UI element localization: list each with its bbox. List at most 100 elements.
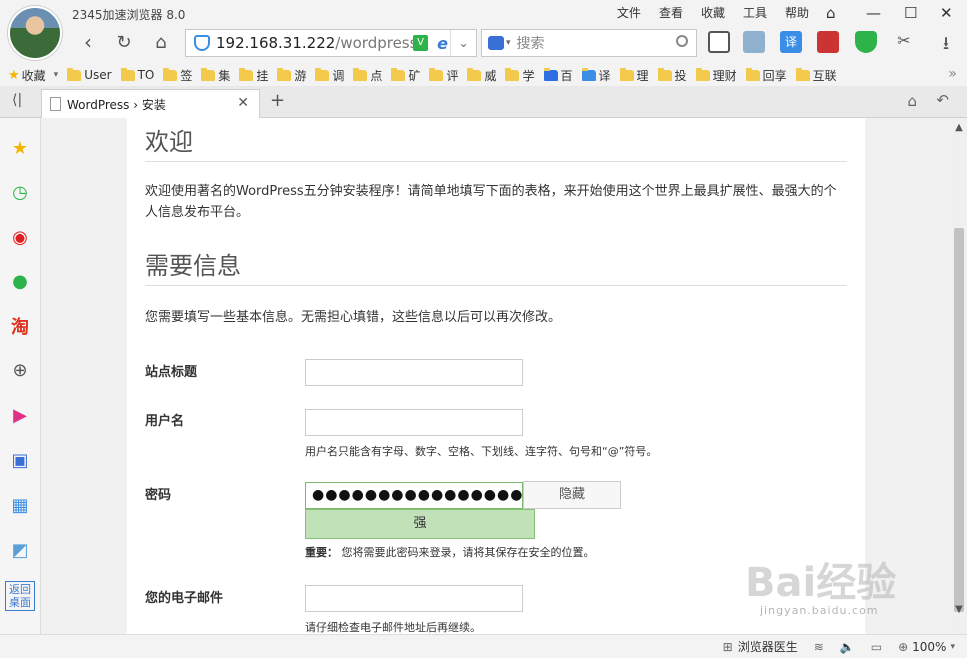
- computer-icon[interactable]: ▣: [8, 448, 32, 472]
- bookmark-label: 理财: [712, 68, 737, 83]
- address-bar[interactable]: 192.168.31.222/wordpress V e ⌄: [185, 29, 477, 57]
- bookmark-item[interactable]: 游: [277, 67, 306, 84]
- search-engine-icon[interactable]: [488, 36, 504, 50]
- bookmark-label: 调: [332, 68, 345, 83]
- username-input[interactable]: [305, 409, 523, 436]
- game-controller-icon[interactable]: ⊕: [8, 358, 32, 382]
- bookmark-item[interactable]: 评: [429, 67, 458, 84]
- weibo-icon[interactable]: ◉: [8, 225, 32, 249]
- new-tab-icon[interactable]: +: [270, 90, 285, 111]
- address-dropdown-icon[interactable]: ⌄: [450, 30, 476, 56]
- more-bookmarks-icon[interactable]: »: [948, 66, 957, 82]
- bookmark-label: 集: [218, 68, 231, 83]
- volume-icon[interactable]: 🔈: [840, 640, 855, 654]
- translate-icon[interactable]: 译: [780, 31, 802, 53]
- bookmark-item[interactable]: 集: [201, 67, 230, 84]
- menu-view[interactable]: 查看: [659, 4, 683, 21]
- bookmark-item[interactable]: 理财: [695, 67, 737, 84]
- bookmark-item[interactable]: User: [67, 67, 112, 82]
- bookmark-item[interactable]: 百: [543, 67, 573, 84]
- history-clock-icon[interactable]: ◷: [8, 180, 32, 204]
- username-label: 用户名: [145, 414, 185, 429]
- site-title-label: 站点标题: [145, 365, 198, 380]
- bookmark-item[interactable]: 调: [315, 67, 344, 84]
- ie-mode-icon[interactable]: e: [437, 34, 448, 53]
- window-icon[interactable]: ▭: [871, 640, 882, 654]
- folder-icon: [429, 67, 444, 81]
- restore-icon[interactable]: ⌂: [907, 92, 917, 110]
- scrollbar-thumb[interactable]: [954, 228, 964, 612]
- bookmark-item[interactable]: 签: [163, 67, 192, 84]
- skin-icon[interactable]: ⌂: [826, 4, 836, 22]
- search-input[interactable]: 搜索: [517, 33, 545, 53]
- bookmark-label: 挂: [256, 68, 269, 83]
- bookmark-item[interactable]: 学: [505, 67, 535, 84]
- home-icon[interactable]: ⌂: [149, 30, 173, 54]
- video-icon[interactable]: ▶: [8, 403, 32, 427]
- security-shield-icon[interactable]: [855, 31, 877, 53]
- scroll-up-icon[interactable]: ▲: [953, 122, 965, 133]
- refresh-icon[interactable]: ↻: [112, 30, 136, 54]
- baidu-jingyan-watermark: Bai经验: [745, 560, 897, 606]
- back-icon[interactable]: ‹: [76, 30, 100, 54]
- speed-icon[interactable]: ≋: [814, 640, 824, 654]
- zoom-control[interactable]: ⊕ 100% ▾: [898, 640, 955, 654]
- notepad-icon[interactable]: ◩: [8, 538, 32, 562]
- download-icon[interactable]: ⭳: [935, 31, 957, 54]
- bookmark-item[interactable]: 挂: [239, 67, 268, 84]
- scissors-icon[interactable]: ✂: [893, 31, 915, 53]
- bookmark-item[interactable]: 回享: [745, 67, 787, 84]
- search-box[interactable]: ▾ 搜索: [481, 29, 697, 57]
- bookmark-label: 签: [180, 68, 193, 83]
- minimize-icon[interactable]: —: [866, 4, 881, 22]
- user-avatar[interactable]: [8, 6, 62, 60]
- scroll-down-icon[interactable]: ▼: [953, 604, 965, 615]
- news-icon[interactable]: [817, 31, 839, 53]
- password-input[interactable]: ●●●●●●●●●●●●●●●●●●: [305, 482, 523, 509]
- taobao-icon[interactable]: 淘: [8, 314, 32, 338]
- close-icon[interactable]: ✕: [940, 4, 953, 22]
- bookmark-item[interactable]: 威: [467, 67, 496, 84]
- tab-close-icon[interactable]: ✕: [237, 95, 249, 111]
- return-desktop-button[interactable]: 返回桌面: [5, 581, 35, 611]
- secure-badge-icon[interactable]: V: [413, 35, 428, 51]
- bookmarks-bar: ★ 收藏 ▾ User TO 签 集 挂 游 调 点 矿 评 威 学 百 译 理 投…: [0, 64, 967, 86]
- folder-icon: [505, 67, 520, 81]
- undo-icon[interactable]: ↶: [936, 91, 949, 109]
- tab-wordpress-install[interactable]: WordPress › 安装 ✕: [41, 89, 260, 118]
- bookmark-item[interactable]: 矿: [391, 67, 420, 84]
- vertical-scrollbar[interactable]: ▲ ▼: [951, 118, 967, 634]
- bookmark-item[interactable]: 译: [581, 67, 611, 84]
- bookmark-item[interactable]: TO: [120, 67, 154, 82]
- bookmark-item[interactable]: 理: [619, 67, 649, 84]
- maximize-icon[interactable]: ☐: [904, 4, 917, 22]
- hide-password-button[interactable]: 隐藏: [523, 481, 621, 509]
- folder-icon: [391, 67, 406, 81]
- divider: [145, 161, 847, 162]
- menu-help[interactable]: 帮助: [785, 4, 809, 21]
- calculator-icon[interactable]: ▦: [8, 493, 32, 517]
- menu-tools[interactable]: 工具: [743, 4, 767, 21]
- wechat-icon[interactable]: ●: [8, 269, 32, 293]
- bookmark-item[interactable]: 点: [353, 67, 382, 84]
- favorites-star-icon[interactable]: ★: [8, 136, 32, 160]
- url-host: 192.168.31.222: [216, 34, 336, 52]
- sidebar-toggle-icon[interactable]: ⟨|: [12, 92, 22, 108]
- browser-doctor[interactable]: ⊞ 浏览器医生: [723, 638, 798, 655]
- screenshot-icon[interactable]: [743, 31, 765, 53]
- left-sidebar: ★ ◷ ◉ ● 淘 ⊕ ▶ ▣ ▦ ◩ 返回桌面: [0, 118, 41, 634]
- search-icon[interactable]: [676, 35, 688, 47]
- bookmark-item[interactable]: 互联: [795, 67, 837, 84]
- bookmarks-favorites[interactable]: ★ 收藏 ▾: [8, 67, 58, 84]
- apps-grid-icon[interactable]: [708, 31, 730, 53]
- bookmark-label: 互联: [812, 68, 837, 83]
- bookmark-item[interactable]: 投: [657, 67, 687, 84]
- engine-caret-icon[interactable]: ▾: [506, 38, 511, 48]
- menu-file[interactable]: 文件: [617, 4, 641, 21]
- translate-small-icon: [581, 67, 596, 81]
- site-title-input[interactable]: [305, 359, 523, 386]
- email-input[interactable]: [305, 585, 523, 612]
- address-url[interactable]: 192.168.31.222/wordpress: [216, 34, 417, 52]
- url-path: /wordpress: [335, 34, 418, 52]
- menu-favorites[interactable]: 收藏: [701, 4, 725, 21]
